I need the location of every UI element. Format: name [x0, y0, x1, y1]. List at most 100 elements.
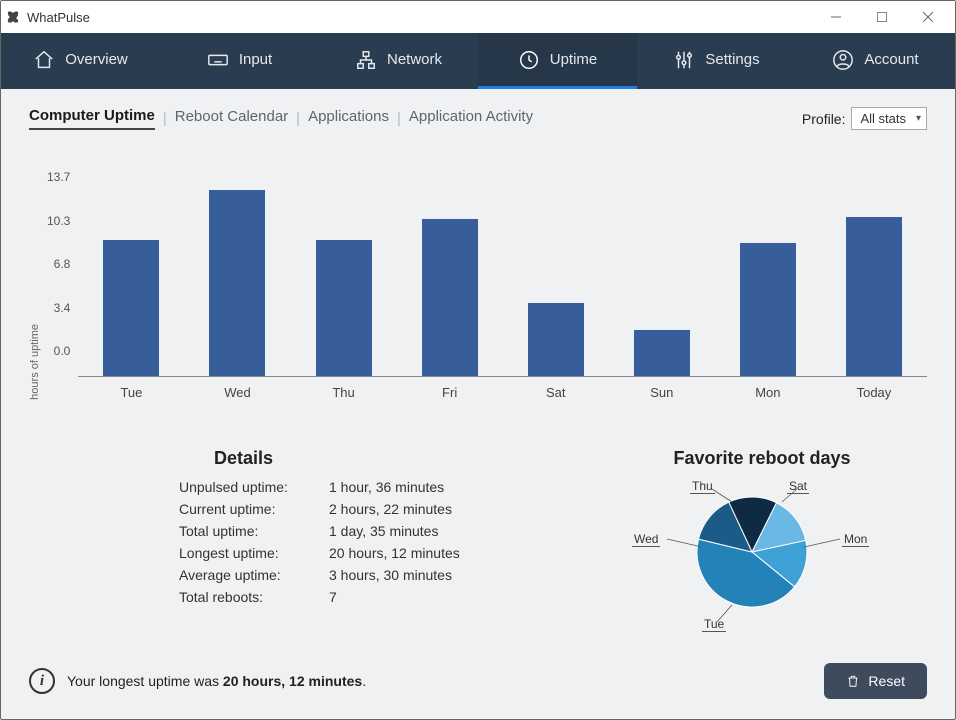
- details-panel: Details Unpulsed uptime:1 hour, 36 minut…: [29, 448, 557, 637]
- xtick: Today: [821, 377, 927, 400]
- details-heading: Details: [214, 448, 557, 469]
- bar-slot: [291, 240, 397, 376]
- titlebar: WhatPulse: [1, 1, 955, 33]
- bar: [740, 243, 796, 376]
- separator: |: [296, 110, 300, 127]
- details-row: Unpulsed uptime:1 hour, 36 minutes: [179, 479, 557, 495]
- bar: [846, 217, 902, 376]
- bar: [422, 219, 478, 376]
- details-key: Total reboots:: [179, 589, 329, 605]
- maximize-button[interactable]: [859, 1, 905, 33]
- details-value: 2 hours, 22 minutes: [329, 501, 452, 517]
- tab-label: Settings: [705, 51, 759, 68]
- chart-ylabel: hours of uptime: [29, 264, 41, 400]
- profile-select[interactable]: All stats: [851, 107, 927, 130]
- favorite-panel: Favorite reboot days Thu Sat Mon Tue Wed: [597, 448, 927, 637]
- trash-icon: [846, 674, 860, 688]
- sliders-icon: [673, 49, 695, 71]
- subtab-reboot-calendar[interactable]: Reboot Calendar: [175, 108, 288, 129]
- xtick: Sat: [503, 377, 609, 400]
- details-key: Current uptime:: [179, 501, 329, 517]
- xtick: Tue: [78, 377, 184, 400]
- ytick: 0.0: [54, 344, 71, 358]
- home-icon: [33, 49, 55, 71]
- pie-label-wed: Wed: [632, 532, 660, 546]
- ytick: 6.8: [54, 257, 71, 271]
- tab-uptime[interactable]: Uptime: [478, 33, 637, 89]
- favorite-pie-chart: Thu Sat Mon Tue Wed: [632, 477, 892, 637]
- ytick: 3.4: [54, 301, 71, 315]
- tab-label: Input: [239, 51, 272, 68]
- bar-slot: [184, 190, 290, 376]
- details-row: Average uptime:3 hours, 30 minutes: [179, 567, 557, 583]
- details-value: 1 day, 35 minutes: [329, 523, 438, 539]
- tab-settings[interactable]: Settings: [637, 33, 796, 89]
- bar-slot: [715, 243, 821, 376]
- clock-icon: [518, 49, 540, 71]
- bar-slot: [397, 219, 503, 376]
- xtick: Thu: [291, 377, 397, 400]
- bar: [103, 240, 159, 376]
- bar: [316, 240, 372, 376]
- tab-input[interactable]: Input: [160, 33, 319, 89]
- xtick: Sun: [609, 377, 715, 400]
- chart-yticks: 13.7 10.3 6.8 3.4 0.0: [47, 170, 78, 358]
- xtick: Fri: [397, 377, 503, 400]
- bar-slot: [503, 303, 609, 376]
- xtick: Wed: [184, 377, 290, 400]
- favorite-heading: Favorite reboot days: [597, 448, 927, 469]
- separator: |: [163, 110, 167, 127]
- details-value: 20 hours, 12 minutes: [329, 545, 460, 561]
- details-value: 1 hour, 36 minutes: [329, 479, 444, 495]
- chart-bars: [78, 170, 927, 377]
- details-row: Total reboots:7: [179, 589, 557, 605]
- details-key: Longest uptime:: [179, 545, 329, 561]
- profile-label: Profile:: [802, 111, 846, 127]
- bar-slot: [821, 217, 927, 376]
- details-key: Average uptime:: [179, 567, 329, 583]
- bar: [528, 303, 584, 376]
- tab-label: Network: [387, 51, 442, 68]
- uptime-bar-chart: hours of uptime 13.7 10.3 6.8 3.4 0.0 TueWed…: [29, 170, 927, 400]
- minimize-button[interactable]: [813, 1, 859, 33]
- tab-label: Uptime: [550, 51, 598, 68]
- app-logo-icon: [5, 9, 21, 25]
- pie-label-sat: Sat: [787, 479, 809, 493]
- user-icon: [832, 49, 854, 71]
- details-key: Unpulsed uptime:: [179, 479, 329, 495]
- ytick: 13.7: [47, 170, 70, 184]
- bar-slot: [78, 240, 184, 376]
- subtab-applications[interactable]: Applications: [308, 108, 389, 129]
- pie-label-thu: Thu: [690, 479, 715, 493]
- reset-button[interactable]: Reset: [824, 663, 927, 699]
- bar-slot: [609, 330, 715, 376]
- details-value: 3 hours, 30 minutes: [329, 567, 452, 583]
- footer: i Your longest uptime was 20 hours, 12 m…: [1, 647, 955, 719]
- pie-label-tue: Tue: [702, 617, 726, 631]
- tab-label: Overview: [65, 51, 128, 68]
- main-tabbar: Overview Input Network Uptime Settings A…: [1, 33, 955, 89]
- close-button[interactable]: [905, 1, 951, 33]
- subtab-application-activity[interactable]: Application Activity: [409, 108, 533, 129]
- details-row: Longest uptime:20 hours, 12 minutes: [179, 545, 557, 561]
- info-icon: i: [29, 668, 55, 694]
- window-title: WhatPulse: [27, 10, 90, 25]
- pie-label-mon: Mon: [842, 532, 869, 546]
- chart-xticks: TueWedThuFriSatSunMonToday: [78, 377, 927, 400]
- tab-overview[interactable]: Overview: [1, 33, 160, 89]
- tab-network[interactable]: Network: [319, 33, 478, 89]
- subtab-computer-uptime[interactable]: Computer Uptime: [29, 107, 155, 130]
- app-window: WhatPulse Overview Input Network Uptime …: [0, 0, 956, 720]
- bar: [634, 330, 690, 376]
- tab-account[interactable]: Account: [796, 33, 955, 89]
- bar: [209, 190, 265, 376]
- details-key: Total uptime:: [179, 523, 329, 539]
- ytick: 10.3: [47, 214, 70, 228]
- reset-label: Reset: [868, 673, 905, 689]
- keyboard-icon: [207, 49, 229, 71]
- details-value: 7: [329, 589, 337, 605]
- details-row: Current uptime:2 hours, 22 minutes: [179, 501, 557, 517]
- details-row: Total uptime:1 day, 35 minutes: [179, 523, 557, 539]
- footer-message: Your longest uptime was 20 hours, 12 min…: [67, 673, 366, 689]
- network-icon: [355, 49, 377, 71]
